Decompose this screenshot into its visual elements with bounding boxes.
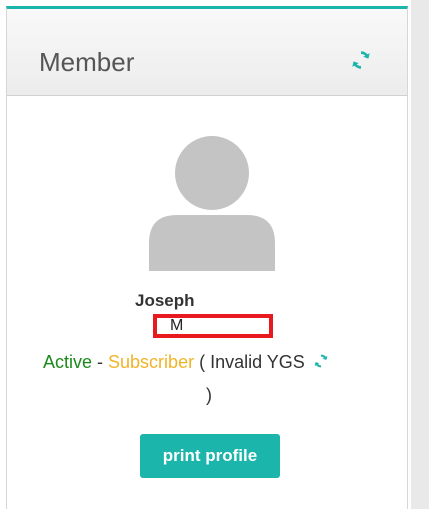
- card-header: Member: [7, 9, 407, 96]
- status-separator: -: [92, 352, 109, 372]
- membership-status: Active - Subscriber ( Invalid YGS: [43, 352, 393, 373]
- refresh-icon[interactable]: [350, 49, 372, 71]
- member-card: Member Joseph M Active - Subscriber ( In…: [6, 6, 408, 509]
- user-silhouette-icon: [149, 136, 275, 271]
- status-note-close: ): [206, 385, 212, 405]
- scroll-gutter: [411, 0, 429, 509]
- status-active: Active: [43, 352, 93, 372]
- member-name: Joseph: [135, 291, 195, 310]
- print-profile-button[interactable]: print profile: [140, 434, 280, 478]
- status-type: Subscriber: [108, 352, 195, 372]
- status-note: ( Invalid YGS: [194, 352, 305, 372]
- refresh-status-icon[interactable]: [313, 353, 329, 369]
- card-title: Member: [39, 47, 135, 77]
- surname-initial: M: [170, 317, 184, 334]
- redacted-surname: M: [153, 314, 273, 338]
